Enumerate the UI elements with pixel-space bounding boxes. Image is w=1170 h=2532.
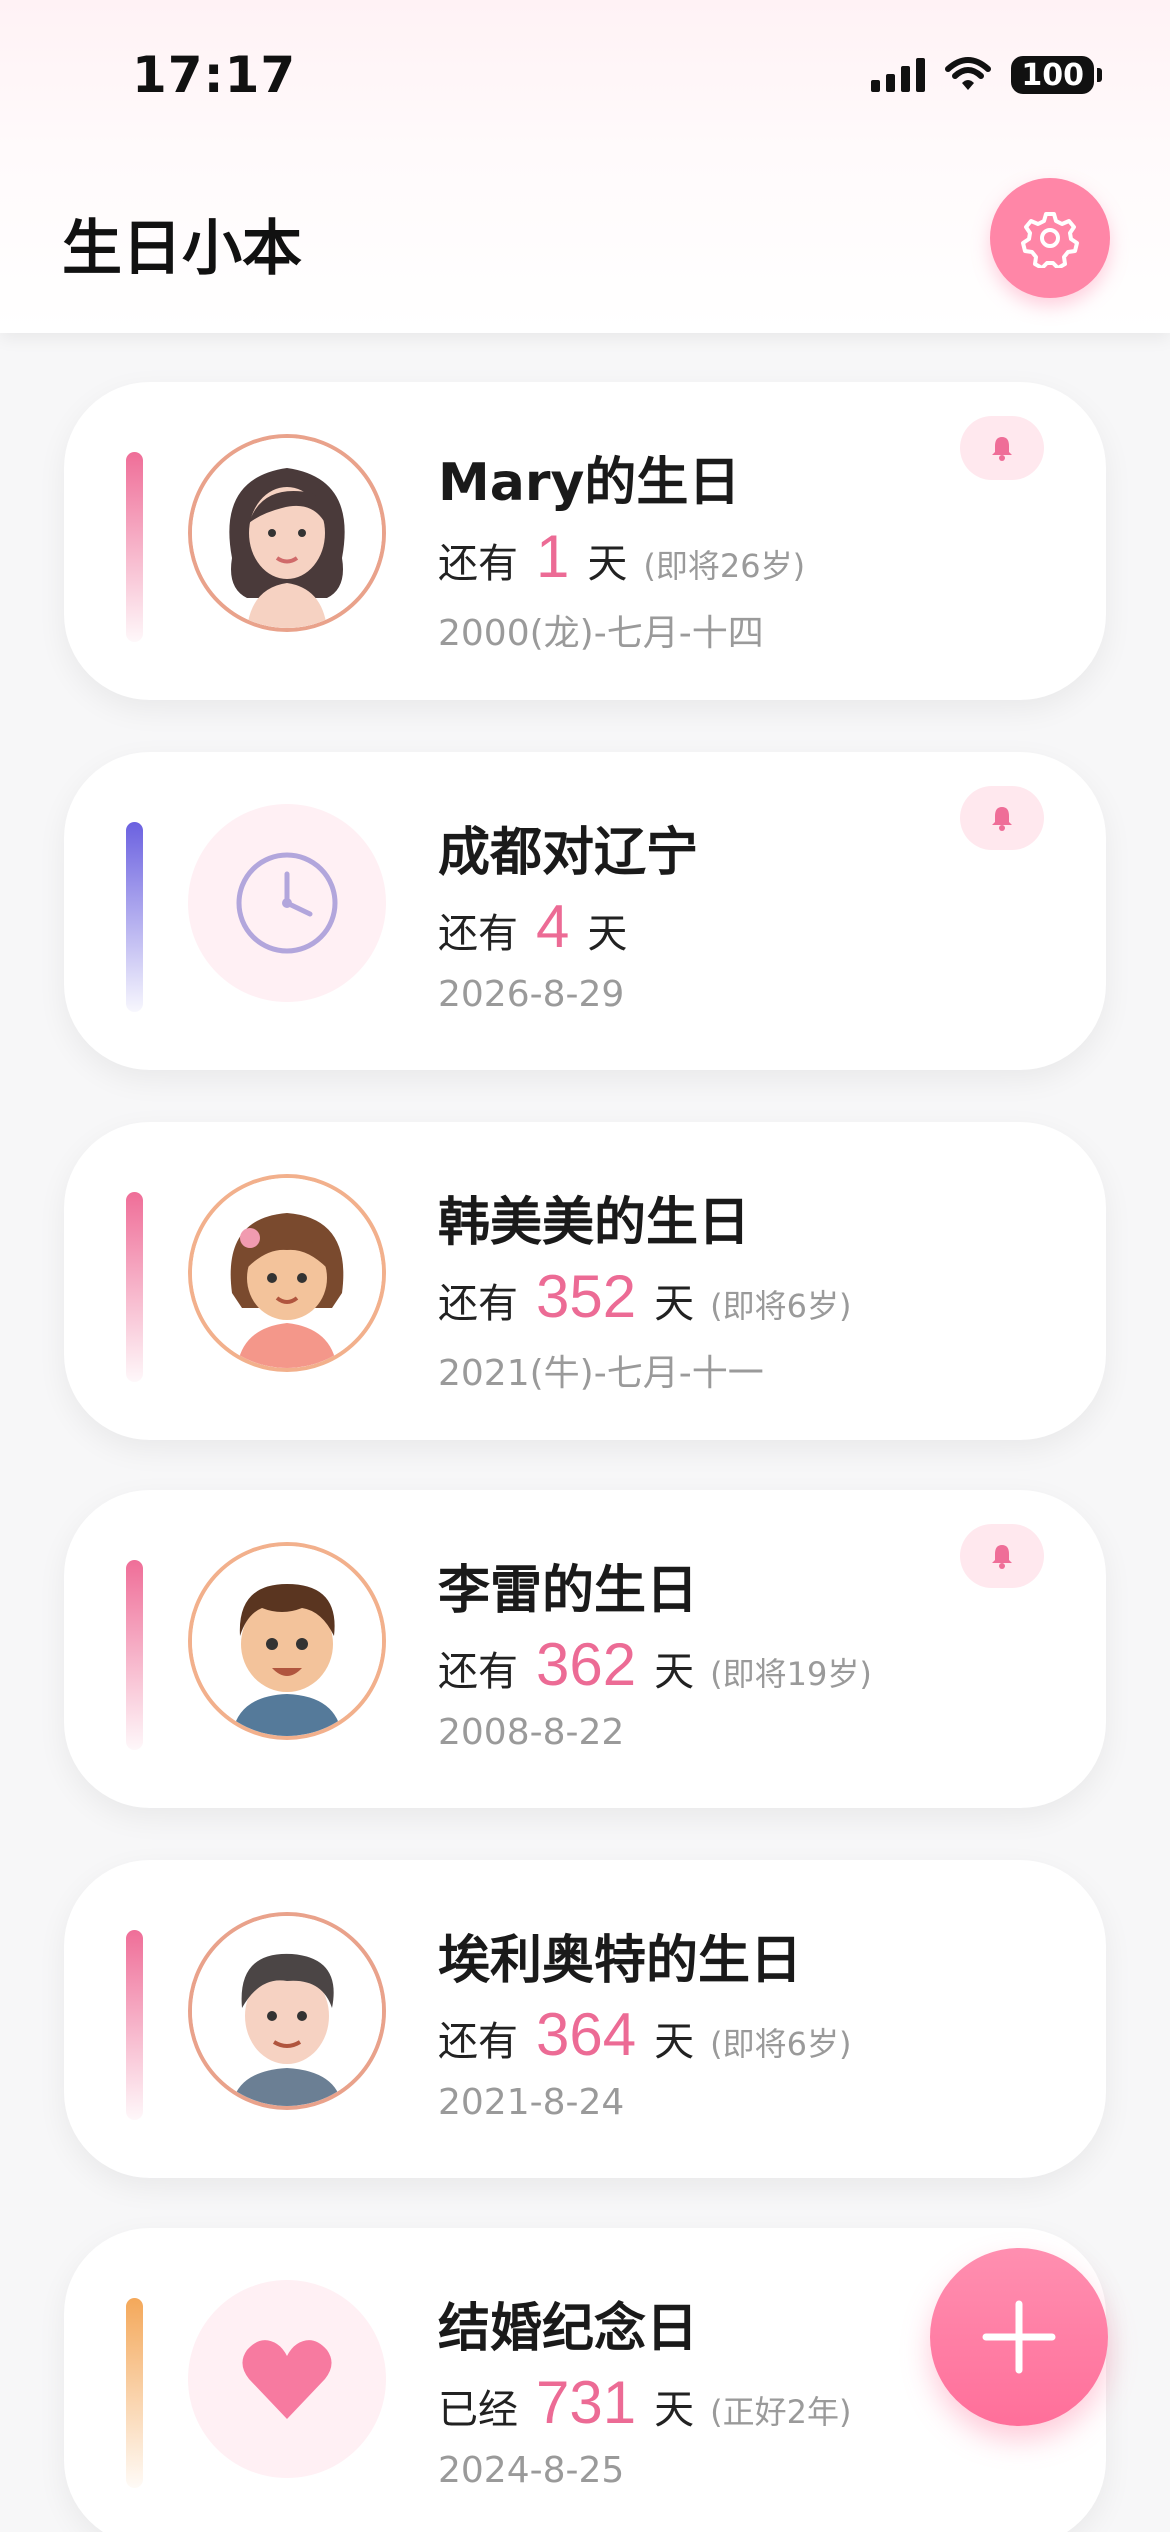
event-card[interactable]: 李雷的生日 还有 362 天 (即将19岁) 2008-8-22 (64, 1490, 1106, 1808)
reminder-toggle[interactable] (960, 416, 1044, 480)
heart-avatar (188, 2280, 386, 2478)
heart-icon (242, 2340, 332, 2419)
add-event-button[interactable] (930, 2248, 1108, 2426)
count-number: 1 (536, 523, 570, 590)
girl-avatar (188, 1174, 386, 1372)
age-note: (即将19岁) (710, 1655, 872, 1693)
clock-icon (236, 852, 338, 954)
plus-icon (982, 2300, 1056, 2374)
card-title: 结婚纪念日 (438, 2299, 699, 2359)
reminder-toggle[interactable] (960, 1524, 1044, 1588)
count-number: 352 (536, 1263, 637, 1330)
age-note: (正好2年) (710, 2393, 852, 2431)
count-unit: 天 (654, 1649, 695, 1695)
count-prefix: 还有 (438, 2019, 518, 2065)
clock-avatar (188, 804, 386, 1002)
countdown: 还有 1 天 (即将26岁) (438, 522, 805, 591)
boy-avatar (188, 1542, 386, 1740)
card-title: 李雷的生日 (438, 1561, 699, 1621)
count-number: 362 (536, 1631, 637, 1698)
card-title: 韩美美的生日 (438, 1193, 751, 1253)
accent-bar (126, 1930, 143, 2120)
age-note: (即将6岁) (710, 1287, 852, 1325)
count-number: 364 (536, 2001, 637, 2068)
count-unit: 天 (587, 911, 628, 957)
card-title: Mary的生日 (438, 453, 741, 513)
countdown: 还有 352 天 (即将6岁) (438, 1262, 851, 1331)
accent-bar (126, 822, 143, 1012)
battery-icon: 100 (1011, 56, 1102, 94)
accent-bar (126, 452, 143, 642)
reminder-toggle[interactable] (960, 786, 1044, 850)
age-note: (即将6岁) (710, 2025, 852, 2063)
settings-button[interactable] (990, 178, 1110, 298)
signal-icon (871, 58, 926, 92)
count-unit: 天 (654, 2019, 695, 2065)
event-date: 2008-8-22 (438, 1712, 625, 1753)
count-prefix: 还有 (438, 1281, 518, 1327)
bell-icon (992, 437, 1012, 461)
gear-icon (1021, 212, 1079, 268)
age-note: (即将26岁) (643, 547, 806, 585)
bell-icon (992, 807, 1012, 831)
event-card[interactable]: 韩美美的生日 还有 352 天 (即将6岁) 2021(牛)-七月-十一 (64, 1122, 1106, 1440)
page-title: 生日小本 (62, 214, 302, 284)
count-unit: 天 (654, 1281, 695, 1327)
count-prefix: 还有 (438, 1649, 518, 1695)
count-prefix: 还有 (438, 911, 518, 957)
card-title: 成都对辽宁 (438, 823, 699, 883)
event-date: 2021(牛)-七月-十一 (438, 1353, 764, 1394)
count-unit: 天 (654, 2387, 695, 2433)
countdown: 还有 4 天 (438, 892, 627, 961)
event-date: 2000(龙)-七月-十四 (438, 613, 764, 654)
event-card[interactable]: Mary的生日 还有 1 天 (即将26岁) 2000(龙)-七月-十四 (64, 382, 1106, 700)
status-time: 17:17 (132, 46, 297, 104)
event-date: 2024-8-25 (438, 2450, 625, 2491)
accent-bar (126, 2298, 143, 2488)
woman-avatar (188, 434, 386, 632)
accent-bar (126, 1192, 143, 1382)
status-icons: 100 (871, 52, 1102, 98)
event-date: 2021-8-24 (438, 2082, 625, 2123)
top-bar: 17:17 100 生日小本 (0, 0, 1170, 333)
count-prefix: 还有 (438, 541, 518, 587)
event-card[interactable]: 埃利奥特的生日 还有 364 天 (即将6岁) 2021-8-24 (64, 1860, 1106, 2178)
event-date: 2026-8-29 (438, 974, 625, 1015)
count-unit: 天 (587, 541, 628, 587)
wifi-icon (945, 57, 992, 93)
countdown: 还有 362 天 (即将19岁) (438, 1630, 872, 1699)
count-number: 4 (536, 893, 570, 960)
countdown: 已经 731 天 (正好2年) (438, 2368, 851, 2437)
countdown: 还有 364 天 (即将6岁) (438, 2000, 851, 2069)
accent-bar (126, 1560, 143, 1750)
bell-icon (992, 1545, 1012, 1569)
event-card[interactable]: 成都对辽宁 还有 4 天 2026-8-29 (64, 752, 1106, 1070)
app-screen: 17:17 100 生日小本 Mary的生日 还有 1 天 (即将26岁) 20… (0, 0, 1170, 2532)
count-prefix: 已经 (438, 2387, 518, 2433)
count-number: 731 (536, 2369, 637, 2436)
man-avatar (188, 1912, 386, 2110)
card-title: 埃利奥特的生日 (438, 1931, 803, 1991)
